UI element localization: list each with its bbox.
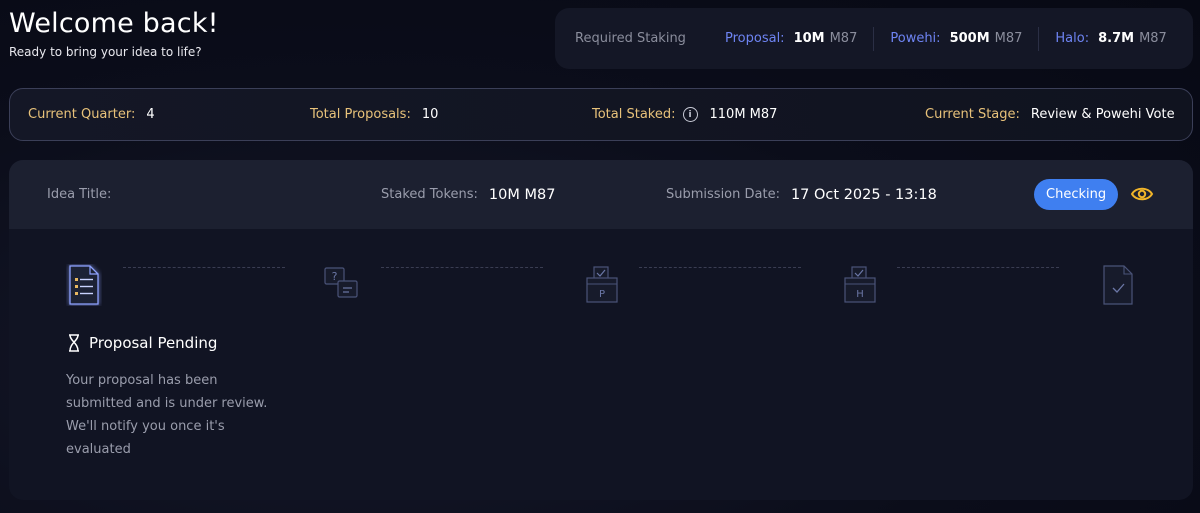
quarter-summary-bar: Current Quarter: 4 Total Proposals: 10 T… [9, 88, 1193, 141]
info-icon[interactable]: i [682, 107, 698, 122]
total-staked-label: Total Staked: [592, 107, 676, 122]
staked-tokens-value: 10M M87 [488, 186, 556, 203]
submission-date: Submission Date: 17 Oct 2025 - 13:18 [666, 160, 937, 229]
question-chat-icon: ? [324, 267, 358, 298]
staking-proposal-unit: M87 [829, 31, 858, 46]
current-quarter: Current Quarter: 4 [28, 107, 155, 122]
ballot-box-p-icon: P [586, 266, 618, 303]
proposal-card: Idea Title: Staked Tokens: 10M M87 Submi… [9, 160, 1193, 500]
document-list-icon [69, 265, 99, 305]
status-title: Proposal Pending [89, 334, 218, 352]
current-stage: Current Stage: Review & Powehi Vote [925, 107, 1175, 122]
status-badge[interactable]: Checking [1034, 179, 1119, 210]
staking-powehi-label: Powehi: [890, 31, 941, 46]
staking-halo-unit: M87 [1139, 31, 1167, 46]
staked-tokens-label: Staked Tokens: [381, 187, 478, 202]
status-description: Your proposal has been submitted and is … [66, 373, 268, 457]
staking-proposal-label: Proposal: [725, 31, 785, 46]
staking-halo: Halo: 8.7M M87 [1039, 27, 1182, 51]
current-stage-value: Review & Powehi Vote [1030, 107, 1175, 122]
step-connector [123, 267, 285, 268]
current-quarter-value: 4 [146, 107, 155, 122]
submission-date-value: 17 Oct 2025 - 13:18 [790, 186, 937, 203]
proposal-card-header: Idea Title: Staked Tokens: 10M M87 Submi… [9, 160, 1193, 229]
submission-date-label: Submission Date: [666, 187, 780, 202]
svg-text:?: ? [332, 270, 338, 283]
idea-title: Idea Title: [47, 160, 122, 229]
staking-powehi-value: 500M [949, 31, 990, 46]
step-connector [381, 267, 543, 268]
total-proposals-value: 10 [421, 107, 439, 122]
staking-halo-label: Halo: [1055, 31, 1090, 46]
staking-proposal: Proposal: 10M M87 [725, 27, 873, 51]
staking-halo-value: 8.7M [1098, 31, 1135, 46]
required-staking-label: Required Staking [575, 31, 686, 46]
total-staked-value: 110M M87 [709, 107, 778, 122]
current-quarter-label: Current Quarter: [28, 107, 136, 122]
staked-tokens: Staked Tokens: 10M M87 [381, 160, 555, 229]
current-stage-label: Current Stage: [925, 107, 1020, 122]
ballot-box-h-letter: H [856, 289, 864, 300]
step-connector [639, 267, 801, 268]
total-staked: Total Staked: i 110M M87 [592, 107, 777, 122]
required-staking-panel: Required Staking Proposal: 10M M87 Poweh… [555, 8, 1193, 69]
eye-icon[interactable] [1130, 184, 1154, 204]
total-proposals: Total Proposals: 10 [310, 107, 438, 122]
document-check-icon [1103, 265, 1133, 305]
welcome-header: Welcome back! Ready to bring your idea t… [9, 6, 219, 59]
proposal-status: Proposal Pending [67, 334, 217, 352]
ballot-box-p-letter: P [599, 289, 605, 300]
hourglass-icon [69, 334, 79, 352]
idea-title-label: Idea Title: [47, 187, 112, 202]
page-subtitle: Ready to bring your idea to life? [9, 45, 202, 59]
page-title: Welcome back! [9, 8, 219, 39]
staking-proposal-value: 10M [793, 31, 825, 46]
ballot-box-h-icon: H [844, 266, 876, 303]
staking-powehi-unit: M87 [994, 31, 1023, 46]
step-connector [897, 267, 1059, 268]
total-proposals-label: Total Proposals: [310, 107, 411, 122]
staking-powehi: Powehi: 500M M87 [874, 27, 1038, 51]
